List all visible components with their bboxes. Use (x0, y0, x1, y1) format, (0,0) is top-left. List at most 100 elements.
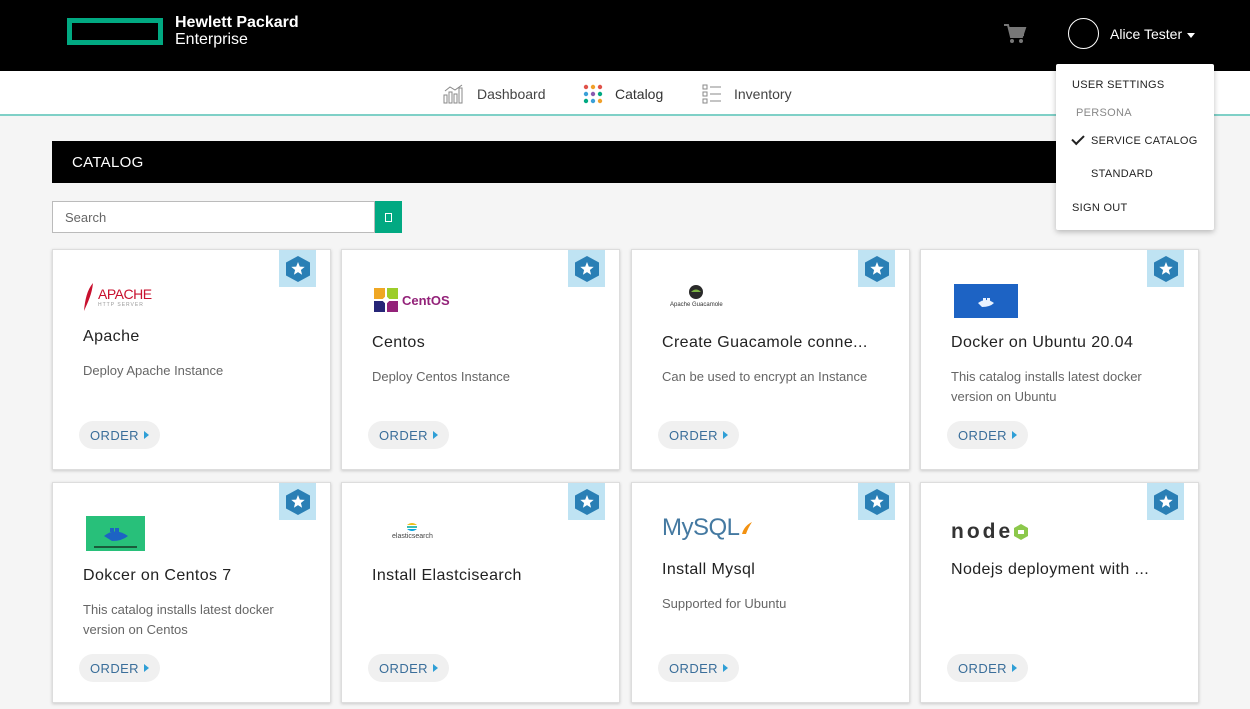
star-hexagon-icon (1153, 488, 1178, 515)
catalog-card-docker-centos[interactable]: Dokcer on Centos 7 This catalog installs… (52, 482, 331, 703)
menu-item-user-settings[interactable]: USER SETTINGS (1072, 79, 1165, 91)
card-title: Install Mysql (662, 561, 756, 578)
user-name[interactable]: Alice Tester (1110, 26, 1182, 42)
catalog-grid-icon (583, 84, 603, 104)
order-label: ORDER (958, 660, 1007, 676)
inventory-list-icon (702, 84, 721, 104)
nav-item-inventory[interactable]: Inventory (702, 83, 792, 105)
catalog-card-elasticsearch[interactable]: elasticsearch Install Elastcisearch ORDE… (341, 482, 620, 703)
catalog-card-centos[interactable]: CentOS Centos Deploy Centos Instance ORD… (341, 249, 620, 470)
star-hexagon-icon (864, 488, 889, 515)
centos-emblem-icon (374, 288, 398, 312)
chevron-right-icon (432, 431, 438, 439)
order-button[interactable]: ORDER (658, 654, 739, 682)
order-label: ORDER (669, 660, 718, 676)
docker-centos-logo (86, 515, 145, 551)
menu-item-standard[interactable]: STANDARD (1091, 168, 1153, 180)
avatar[interactable] (1068, 18, 1099, 49)
star-hexagon-icon (574, 255, 599, 282)
star-hexagon-icon (574, 488, 599, 515)
card-title: Apache (83, 328, 140, 345)
favorite-badge[interactable] (568, 483, 605, 520)
chevron-right-icon (143, 664, 149, 672)
chevron-right-icon (1011, 664, 1017, 672)
nav-label-inventory: Inventory (734, 86, 792, 102)
order-label: ORDER (669, 427, 718, 443)
nav-item-catalog[interactable]: Catalog (583, 83, 663, 105)
card-description: This catalog installs latest docker vers… (951, 369, 1142, 404)
chevron-right-icon (722, 664, 728, 672)
favorite-badge[interactable] (279, 483, 316, 520)
order-button[interactable]: ORDER (79, 421, 160, 449)
mysql-logo-text: MySQL (662, 514, 740, 541)
card-description: Supported for Ubuntu (662, 596, 787, 611)
catalog-card-docker-ubuntu[interactable]: Docker on Ubuntu 20.04 This catalog inst… (920, 249, 1199, 470)
centos-logo-text: CentOS (402, 292, 450, 308)
apache-logo-text: APACHE (98, 286, 152, 302)
top-bar: Hewlett Packard Enterprise Alice Tester (0, 0, 1250, 71)
order-button[interactable]: ORDER (368, 654, 449, 682)
order-label: ORDER (958, 427, 1007, 443)
mysql-logo: MySQL (662, 510, 754, 546)
catalog-card-guacamole[interactable]: Apache Guacamole Create Guacamole conne.… (631, 249, 910, 470)
card-title: Nodejs deployment with ... (951, 561, 1150, 578)
favorite-badge[interactable] (1147, 250, 1184, 287)
elastic-emblem-icon (407, 523, 418, 531)
favorite-badge[interactable] (568, 250, 605, 287)
user-menu: USER SETTINGS PERSONA SERVICE CATALOG ST… (1056, 64, 1214, 230)
chevron-down-icon[interactable] (1187, 33, 1195, 38)
order-button[interactable]: ORDER (947, 654, 1028, 682)
menu-item-service-catalog[interactable]: SERVICE CATALOG (1091, 135, 1198, 147)
check-icon (1071, 131, 1085, 146)
order-button[interactable]: ORDER (368, 421, 449, 449)
order-button[interactable]: ORDER (947, 421, 1028, 449)
card-description: Deploy Apache Instance (83, 363, 224, 378)
catalog-card-nodejs[interactable]: node Nodejs deployment with ... ORDER (920, 482, 1199, 703)
order-button[interactable]: ORDER (658, 421, 739, 449)
centos-logo: CentOS (372, 282, 450, 318)
chevron-right-icon (1011, 431, 1017, 439)
nodejs-logo: node (951, 514, 1029, 550)
elasticsearch-logo: elasticsearch (392, 521, 433, 557)
order-label: ORDER (90, 427, 139, 443)
nav-label-dashboard: Dashboard (477, 86, 546, 102)
card-description: Can be used to encrypt an Instance (662, 369, 868, 384)
card-description: This catalog installs latest docker vers… (83, 602, 274, 637)
search-icon (385, 212, 392, 222)
star-hexagon-icon (285, 488, 310, 515)
brand-line-2: Enterprise (175, 31, 248, 48)
nodejs-logo-text: node (951, 520, 1014, 543)
search-input[interactable] (52, 201, 375, 233)
favorite-badge[interactable] (858, 250, 895, 287)
nav-item-dashboard[interactable]: Dashboard (443, 83, 546, 105)
guacamole-logo: Apache Guacamole (670, 284, 723, 320)
order-button[interactable]: ORDER (79, 654, 160, 682)
menu-item-sign-out[interactable]: SIGN OUT (1072, 202, 1128, 214)
catalog-card-apache[interactable]: APACHE HTTP SERVER Apache Deploy Apache … (52, 249, 331, 470)
chevron-right-icon (432, 664, 438, 672)
favorite-badge[interactable] (1147, 483, 1184, 520)
order-label: ORDER (379, 660, 428, 676)
card-title: Dokcer on Centos 7 (83, 567, 232, 584)
card-title: Centos (372, 334, 426, 351)
docker-whale-icon (86, 515, 145, 551)
cart-icon[interactable] (1003, 23, 1027, 45)
favorite-badge[interactable] (858, 483, 895, 520)
hpe-logo-icon[interactable] (67, 18, 163, 45)
star-hexagon-icon (1153, 255, 1178, 282)
chevron-right-icon (722, 431, 728, 439)
card-title: Install Elastcisearch (372, 567, 522, 584)
brand-line-1: Hewlett Packard (175, 14, 299, 31)
page-title: CATALOG (52, 141, 1200, 183)
star-hexagon-icon (864, 255, 889, 282)
card-title: Create Guacamole conne... (662, 334, 868, 351)
dashboard-chart-icon (443, 84, 463, 104)
nodejs-hexagon-icon (1014, 524, 1029, 540)
catalog-card-mysql[interactable]: MySQL Install Mysql Supported for Ubuntu… (631, 482, 910, 703)
apache-logo-sub: HTTP SERVER (98, 302, 144, 308)
order-label: ORDER (379, 427, 428, 443)
search-button[interactable] (375, 201, 402, 233)
star-hexagon-icon (285, 255, 310, 282)
order-label: ORDER (90, 660, 139, 676)
favorite-badge[interactable] (279, 250, 316, 287)
